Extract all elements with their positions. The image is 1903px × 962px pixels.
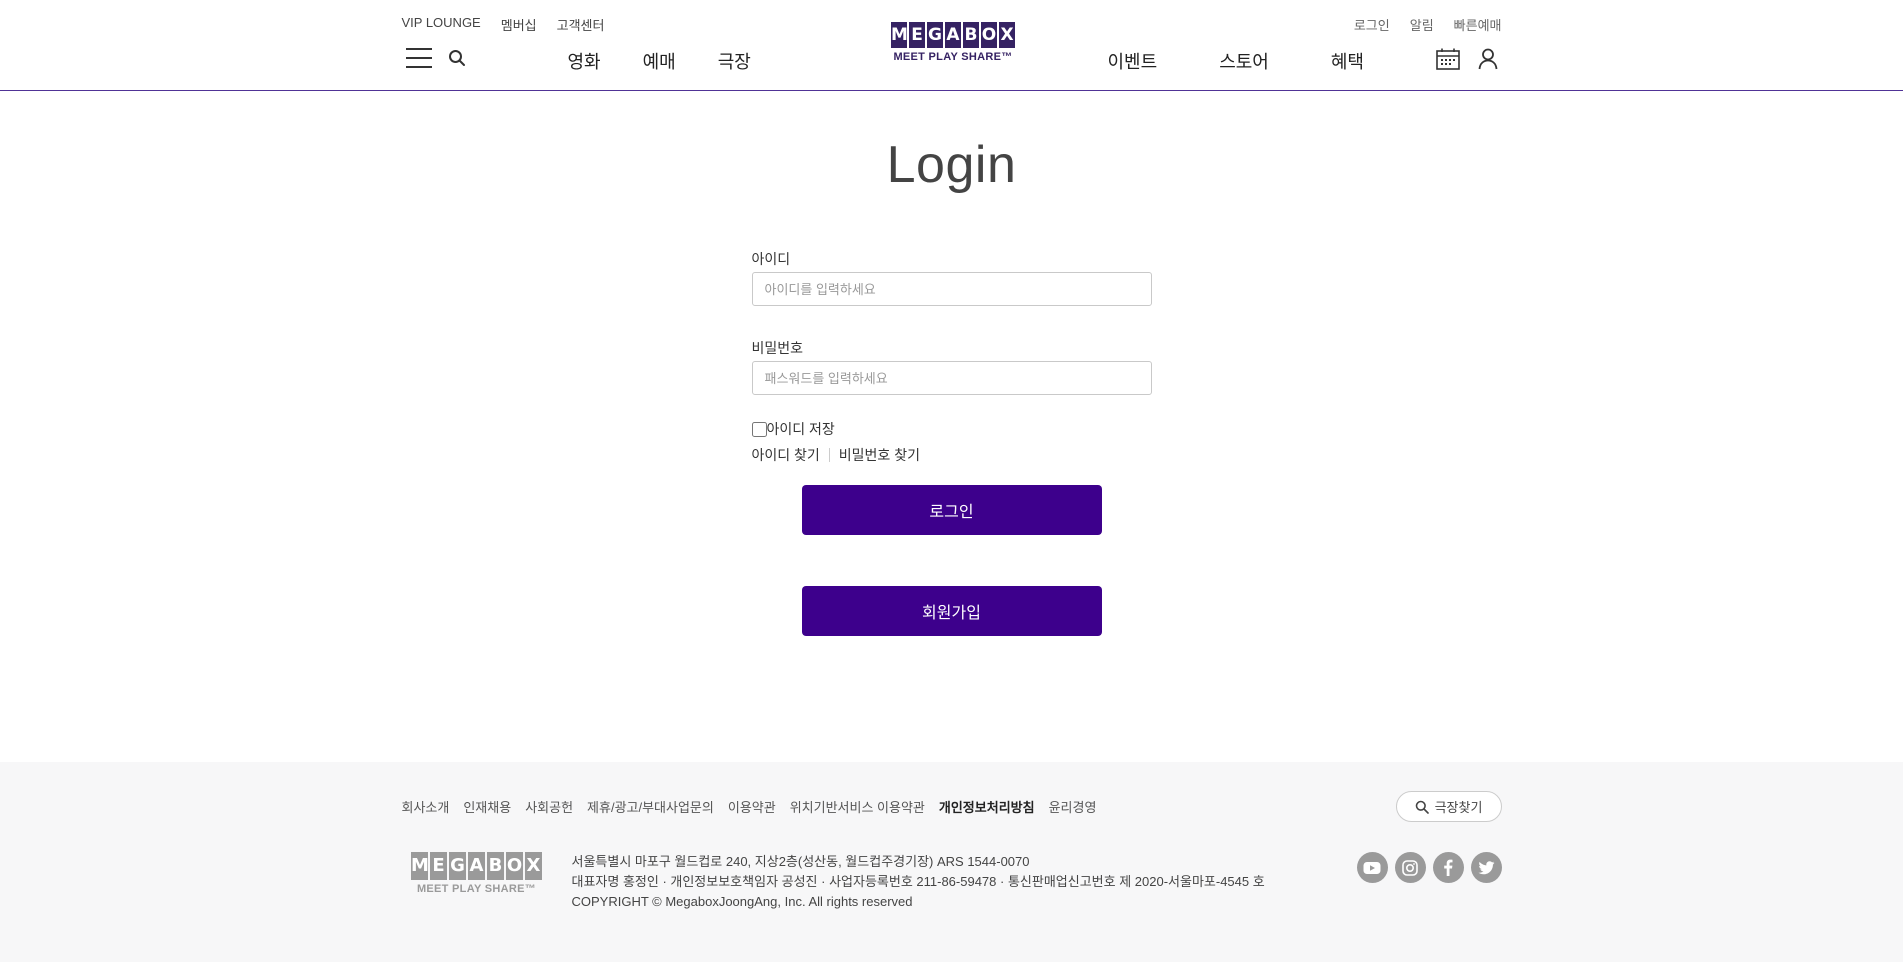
page-title: Login [886,136,1017,194]
join-button[interactable]: 회원가입 [801,586,1102,636]
nav-booking[interactable]: 예매 [643,48,676,74]
login-section: Login 아이디 비밀번호 아이디 저장 아이디 찾기 비밀번호 찾기 로그인… [751,91,1152,636]
util-links-left: VIP LOUNGE 멤버십 고객센터 [402,15,605,34]
nav-icons-right [1435,48,1498,70]
save-id-checkbox[interactable] [751,421,767,437]
sns-links [1356,852,1502,883]
id-input[interactable] [751,272,1152,306]
footer-links: 회사소개 인재채용 사회공헌 제휴/광고/부대사업문의 이용약관 위치기반서비스… [402,797,1097,816]
company-registration: 대표자명 홍정인 · 개인정보보호책임자 공성진 · 사업자등록번호 211-8… [571,874,1265,889]
save-id-label: 아이디 저장 [766,421,835,437]
nav-event[interactable]: 이벤트 [1108,48,1158,74]
logo-wordmark: MEGABOX [882,22,1025,48]
vip-lounge-link[interactable]: VIP LOUNGE [402,15,481,34]
menu-icon[interactable] [405,48,432,68]
search-icon [1415,800,1429,814]
divider [828,448,830,462]
footer-link-company[interactable]: 회사소개 [402,797,450,816]
theater-search-label: 극장찾기 [1434,800,1483,815]
password-field-group: 비밀번호 [751,338,1152,395]
util-links-right: 로그인 알림 빠른예매 [1354,15,1502,34]
copyright: COPYRIGHT © MegaboxJoongAng, Inc. All ri… [571,894,913,909]
facebook-icon[interactable] [1432,852,1464,883]
twitter-icon[interactable] [1470,852,1502,883]
nav-movie[interactable]: 영화 [568,48,601,74]
nav-icons-left [405,48,466,68]
user-icon[interactable] [1478,48,1498,70]
id-label: 아이디 [751,251,791,267]
nav-store[interactable]: 스토어 [1219,48,1269,74]
main-nav-left: 영화 예매 극장 [568,48,751,74]
company-info: 서울특별시 마포구 월드컵로 240, 지상2층(성산동, 월드컵주경기장) A… [572,852,1265,912]
footer-link-ethics[interactable]: 윤리경영 [1049,797,1097,816]
footer-link-terms[interactable]: 이용약관 [728,797,776,816]
youtube-icon[interactable] [1356,852,1388,883]
find-id-link[interactable]: 아이디 찾기 [752,445,820,465]
footer-link-recruit[interactable]: 인재채용 [463,797,511,816]
notification-link[interactable]: 알림 [1410,15,1434,34]
password-label: 비밀번호 [751,340,804,356]
nav-theater[interactable]: 극장 [718,48,751,74]
site-header: VIP LOUNGE 멤버십 고객센터 영화 예매 극장 MEGABOX MEE… [0,0,1903,91]
find-account-links: 아이디 찾기 비밀번호 찾기 [752,445,1152,465]
company-address: 서울특별시 마포구 월드컵로 240, 지상2층(성산동, 월드컵주경기장) A… [571,854,1030,869]
quick-booking-link[interactable]: 빠른예매 [1454,15,1502,34]
login-link[interactable]: 로그인 [1354,15,1390,34]
footer-link-privacy[interactable]: 개인정보처리방침 [939,797,1035,816]
site-footer: 회사소개 인재채용 사회공헌 제휴/광고/부대사업문의 이용약관 위치기반서비스… [0,762,1903,962]
main-nav-right: 이벤트 스토어 혜택 [1108,48,1365,74]
login-button[interactable]: 로그인 [801,485,1102,535]
password-input[interactable] [751,361,1152,395]
logo-tagline: MEET PLAY SHARE™ [893,51,1013,63]
theater-search-button[interactable]: 극장찾기 [1395,791,1502,822]
id-field-group: 아이디 [751,249,1152,306]
footer-logo-wordmark: MEGABOX [402,852,552,880]
login-form: 아이디 비밀번호 아이디 저장 아이디 찾기 비밀번호 찾기 로그인 회원가입 [751,249,1152,636]
footer-logo: MEGABOX MEET PLAY SHARE™ [402,852,552,895]
membership-link[interactable]: 멤버십 [501,15,537,34]
footer-link-social[interactable]: 사회공헌 [525,797,573,816]
megabox-logo[interactable]: MEGABOX MEET PLAY SHARE™ [882,22,1025,63]
nav-benefit[interactable]: 혜택 [1331,48,1364,74]
footer-link-location-terms[interactable]: 위치기반서비스 이용약관 [790,797,925,816]
save-id-row[interactable]: 아이디 저장 [751,419,1152,439]
search-icon[interactable] [448,49,466,67]
calendar-icon[interactable] [1435,48,1460,70]
instagram-icon[interactable] [1394,852,1426,883]
footer-logo-tagline: MEET PLAY SHARE™ [416,883,537,895]
customer-center-link[interactable]: 고객센터 [557,15,605,34]
footer-link-partnership[interactable]: 제휴/광고/부대사업문의 [587,797,714,816]
find-password-link[interactable]: 비밀번호 찾기 [839,445,920,465]
